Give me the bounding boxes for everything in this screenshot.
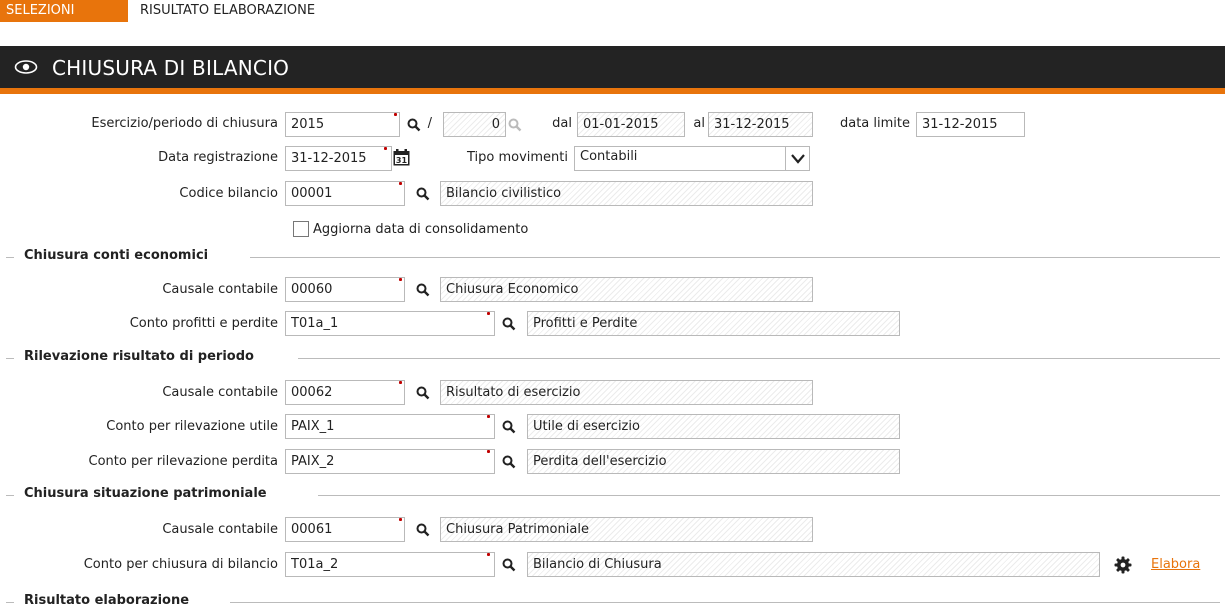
search-icon[interactable] xyxy=(416,283,430,297)
causale-patrimoniale-label: Causale contabile xyxy=(162,522,278,537)
section-line xyxy=(230,602,1220,603)
aggiorna-label: Aggiorna data di consolidamento xyxy=(313,222,529,237)
section-dash xyxy=(6,495,14,496)
section-rilevazione-risultato: Rilevazione risultato di periodo xyxy=(0,349,1220,365)
causale-economici-desc xyxy=(440,277,813,302)
section-chiusura-conti-economici: Chiusura conti economici xyxy=(0,248,1220,264)
data-limite-input[interactable] xyxy=(916,112,1025,137)
required-marker xyxy=(487,553,490,556)
required-marker xyxy=(399,278,402,281)
chevron-down-icon[interactable] xyxy=(785,147,809,170)
search-icon[interactable] xyxy=(407,118,421,132)
data-registrazione-input[interactable] xyxy=(285,146,392,171)
conto-profitti-desc xyxy=(527,311,900,336)
section-line xyxy=(298,358,1220,359)
calendar-icon[interactable]: 31 xyxy=(393,149,410,166)
conto-perdita-label: Conto per rilevazione perdita xyxy=(88,454,278,469)
conto-perdita-input[interactable] xyxy=(285,449,495,474)
search-icon[interactable] xyxy=(502,455,516,469)
section-chiusura-patrimoniale: Chiusura situazione patrimoniale xyxy=(0,486,1220,502)
search-icon[interactable] xyxy=(502,558,516,572)
section-title: Rilevazione risultato di periodo xyxy=(24,349,258,364)
required-marker xyxy=(487,312,490,315)
section-dash xyxy=(6,358,14,359)
section-title: Chiusura situazione patrimoniale xyxy=(24,486,271,501)
section-line xyxy=(250,257,1220,258)
causale-risultato-input[interactable] xyxy=(285,380,405,405)
required-marker xyxy=(394,113,397,116)
required-marker xyxy=(399,518,402,521)
aggiorna-checkbox[interactable] xyxy=(293,221,309,237)
conto-profitti-label: Conto profitti e perdite xyxy=(129,316,278,331)
conto-perdita-desc xyxy=(527,449,900,474)
period-separator: / xyxy=(427,116,432,131)
esercizio-label: Esercizio/periodo di chiusura xyxy=(91,116,278,131)
causale-patrimoniale-input[interactable] xyxy=(285,517,405,542)
conto-profitti-input[interactable] xyxy=(285,311,495,336)
section-dash xyxy=(6,602,14,603)
codice-bilancio-input[interactable] xyxy=(285,181,405,206)
causale-risultato-label: Causale contabile xyxy=(162,385,278,400)
page-header: CHIUSURA DI BILANCIO xyxy=(0,46,1225,94)
conto-chiusura-desc xyxy=(527,552,1100,577)
data-limite-label: data limite xyxy=(839,116,910,131)
tab-selezioni[interactable]: SELEZIONI xyxy=(0,0,128,22)
search-icon[interactable] xyxy=(502,317,516,331)
tab-risultato-elaborazione[interactable]: RISULTATO ELABORAZIONE xyxy=(134,0,321,22)
required-marker xyxy=(399,381,402,384)
periodo-input[interactable] xyxy=(443,112,506,137)
causale-risultato-desc xyxy=(440,380,813,405)
search-icon[interactable] xyxy=(416,523,430,537)
dal-input[interactable] xyxy=(577,112,685,137)
section-line xyxy=(318,495,1220,496)
svg-text:31: 31 xyxy=(396,156,408,165)
tipo-movimenti-select[interactable]: Contabili xyxy=(574,146,810,171)
section-title: Risultato elaborazione xyxy=(24,593,194,608)
codice-bilancio-label: Codice bilancio xyxy=(179,186,278,201)
al-label: al xyxy=(693,116,705,131)
causale-patrimoniale-desc xyxy=(440,517,813,542)
section-dash xyxy=(6,257,14,258)
causale-economici-input[interactable] xyxy=(285,277,405,302)
conto-utile-input[interactable] xyxy=(285,414,495,439)
tipo-movimenti-label: Tipo movimenti xyxy=(466,150,568,165)
data-registrazione-label: Data registrazione xyxy=(158,150,278,165)
eye-icon xyxy=(14,60,38,74)
tab-bar: SELEZIONI RISULTATO ELABORAZIONE xyxy=(0,0,1225,22)
search-icon[interactable] xyxy=(416,386,430,400)
conto-utile-label: Conto per rilevazione utile xyxy=(106,419,278,434)
conto-chiusura-input[interactable] xyxy=(285,552,495,577)
gear-icon[interactable] xyxy=(1114,556,1132,574)
conto-chiusura-label: Conto per chiusura di bilancio xyxy=(83,557,278,572)
elabora-link[interactable]: Elabora xyxy=(1151,557,1200,572)
required-marker xyxy=(487,450,490,453)
required-marker xyxy=(399,182,402,185)
esercizio-input[interactable] xyxy=(285,112,400,137)
search-icon-disabled xyxy=(508,118,522,132)
section-title: Chiusura conti economici xyxy=(24,248,213,263)
page-title: CHIUSURA DI BILANCIO xyxy=(52,56,290,80)
conto-utile-desc xyxy=(527,414,900,439)
required-marker xyxy=(384,147,387,150)
codice-bilancio-desc xyxy=(440,181,813,206)
search-icon[interactable] xyxy=(502,420,516,434)
search-icon[interactable] xyxy=(416,187,430,201)
al-input[interactable] xyxy=(708,112,813,137)
tipo-movimenti-value: Contabili xyxy=(580,149,638,164)
causale-economici-label: Causale contabile xyxy=(162,282,278,297)
required-marker xyxy=(487,415,490,418)
section-risultato-elaborazione: Risultato elaborazione xyxy=(0,593,1220,609)
dal-label: dal xyxy=(552,116,572,131)
